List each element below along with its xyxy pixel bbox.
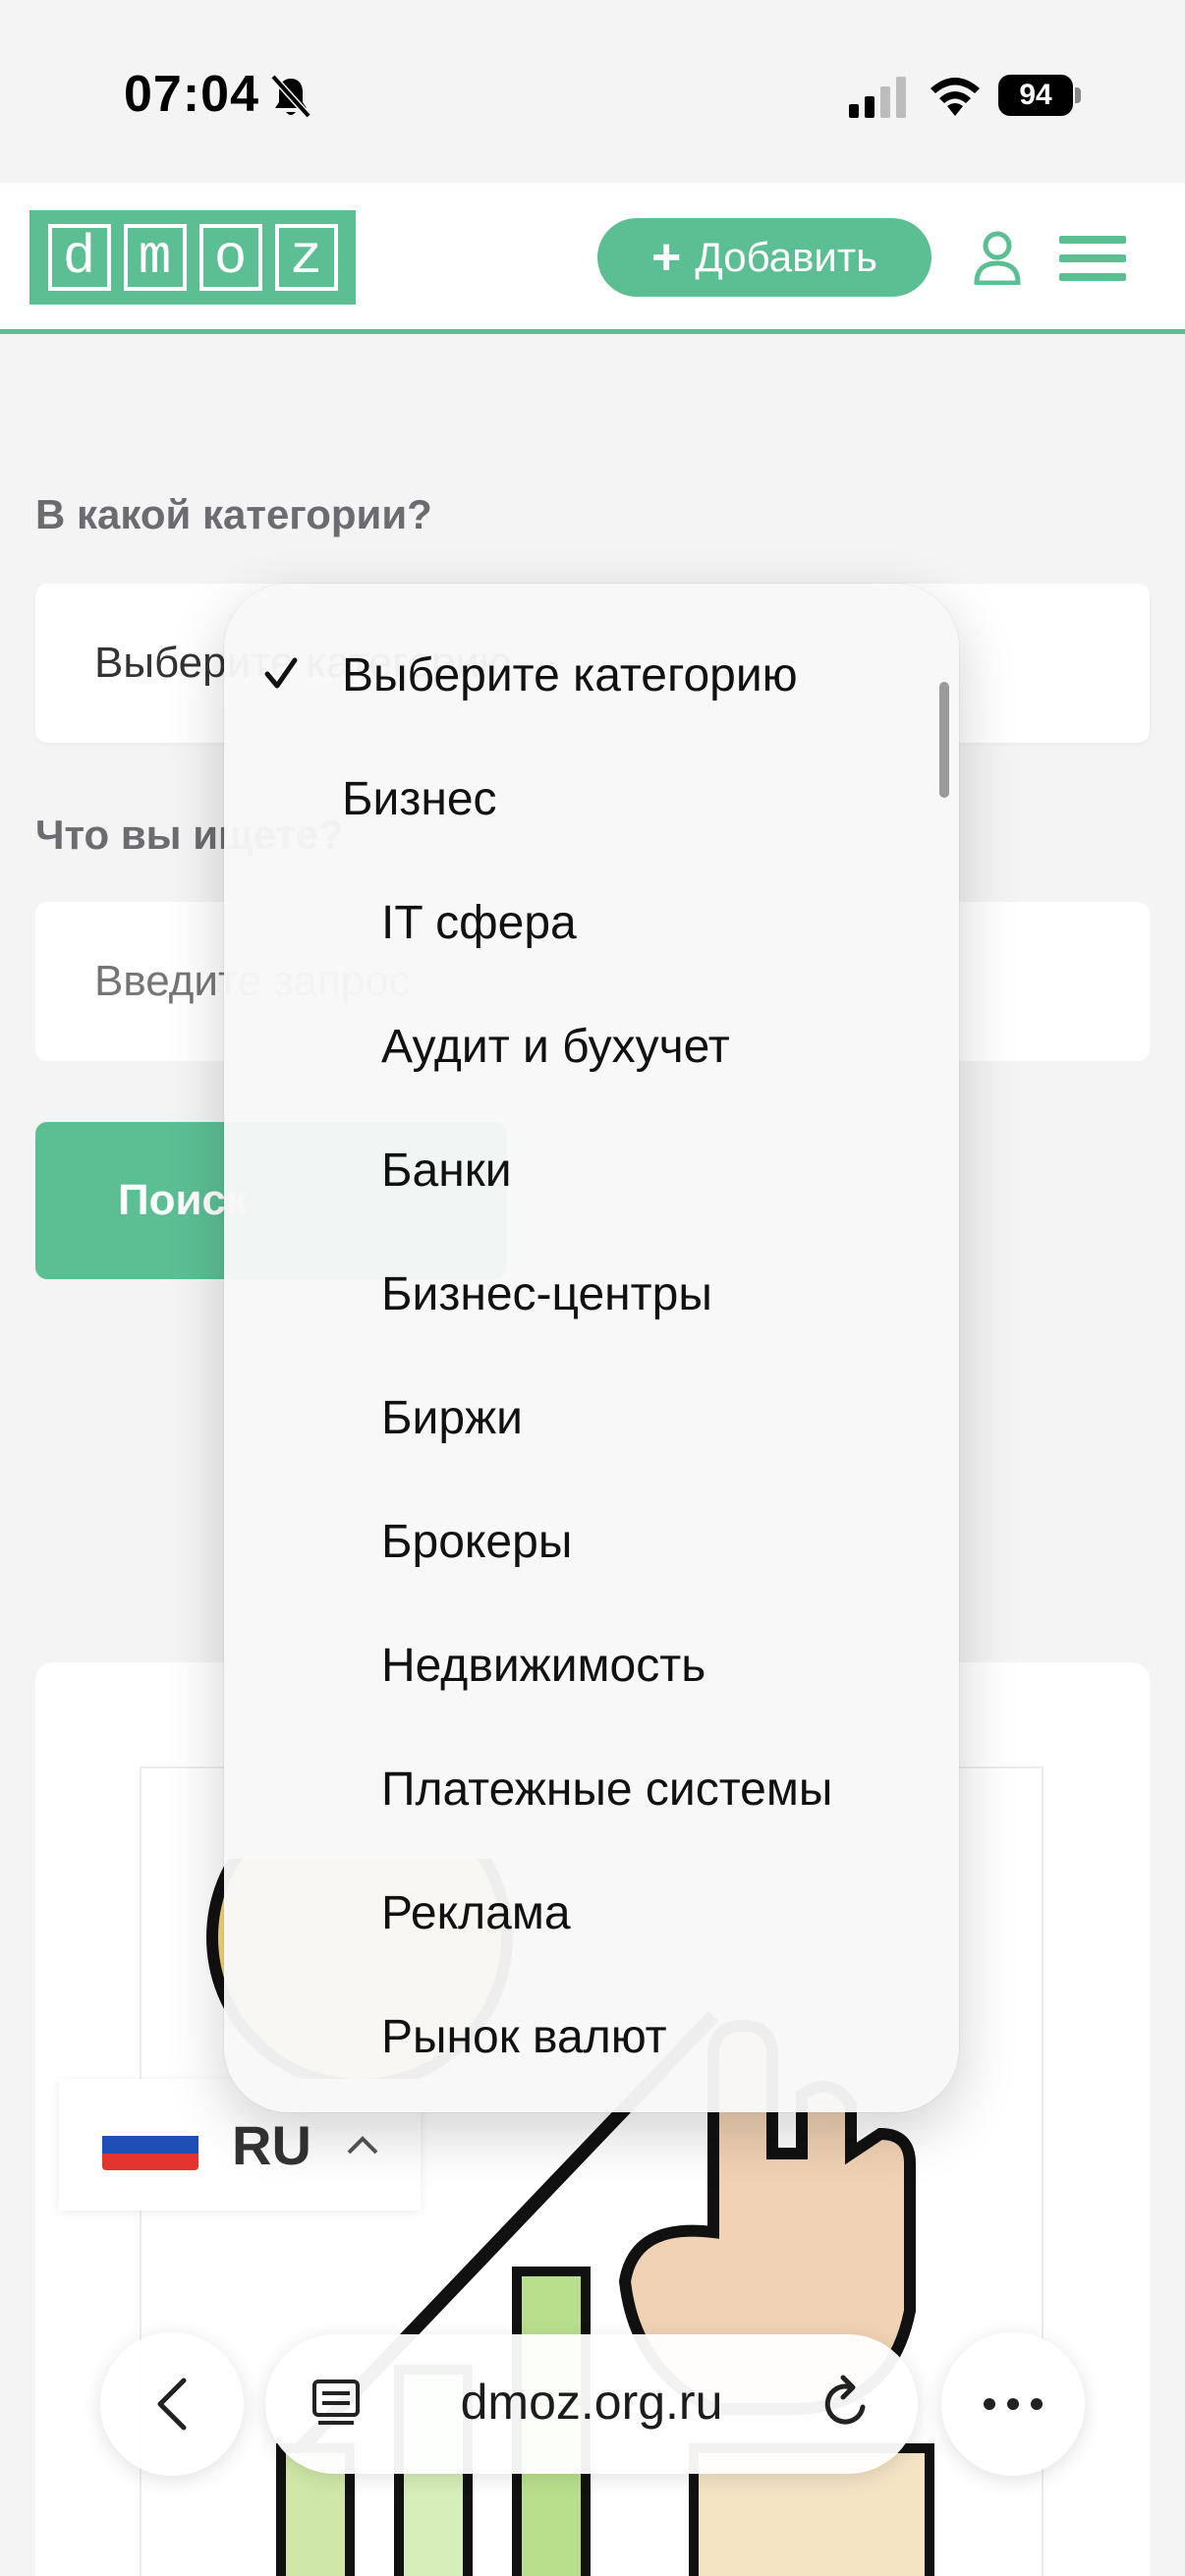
dropdown-option-label: Выберите категорию [342,648,798,701]
chevron-left-icon [157,2378,187,2431]
dropdown-option-label: Биржи [381,1391,523,1444]
cellular-signal-icon [849,77,906,118]
russia-flag-icon [102,2119,198,2170]
dropdown-option-label: Реклама [381,1886,571,1939]
battery-tip [1075,87,1081,103]
language-code: RU [232,2113,311,2176]
dropdown-option-label: Аудит и бухучет [381,1020,730,1073]
site-header: dmoz + Добавить [0,183,1185,334]
dropdown-option-label: Бизнес [342,772,497,825]
dropdown-option-label: Банки [381,1144,512,1197]
dropdown-option-label: Платежные системы [381,1763,833,1816]
plus-icon: + [651,229,682,286]
battery-indicator: 94 [998,75,1081,116]
user-icon[interactable] [973,230,1022,285]
dropdown-option-label: Рынок валют [381,2010,667,2063]
status-bar: 07:04 94 [0,0,1185,183]
dropdown-option[interactable]: Бизнес-центры [224,1232,959,1356]
address-bar[interactable]: dmoz.org.ru [265,2334,918,2474]
dropdown-option[interactable]: Недвижимость [224,1603,959,1727]
chevron-up-icon [347,2136,378,2155]
dropdown-options: Выберите категорию Бизнес IT сфера Аудит и … [224,613,959,2099]
dropdown-scrollbar[interactable] [939,682,949,798]
dropdown-option[interactable]: Бизнес [224,737,959,861]
dropdown-option[interactable]: Брокеры [224,1480,959,1603]
browser-more-button[interactable] [941,2332,1085,2476]
dropdown-option[interactable]: Биржи [224,1356,959,1480]
logo-letter: o [198,224,262,291]
dropdown-option-label: IT сфера [381,896,577,949]
hamburger-menu-icon[interactable] [1059,236,1126,281]
checkmark-icon [264,657,298,689]
dmoz-logo[interactable]: dmoz [29,210,356,305]
bell-slash-icon [270,74,311,119]
dropdown-option[interactable]: Рынок валют [224,1975,959,2099]
add-button-label: Добавить [695,234,877,280]
dropdown-option[interactable]: Реклама [224,1851,959,1975]
logo-letter: m [123,224,187,291]
dropdown-option-label: Бизнес-центры [381,1267,712,1320]
add-button[interactable]: + Добавить [597,218,931,297]
logo-letter: z [274,224,338,291]
category-dropdown[interactable]: Выберите категорию Бизнес IT сфера Аудит и … [224,584,959,2112]
logo-letter: d [47,224,111,291]
dropdown-option-label: Брокеры [381,1515,573,1568]
dropdown-option[interactable]: IT сфера [224,861,959,984]
reload-icon[interactable] [818,2374,875,2435]
dropdown-option[interactable]: Платежные системы [224,1727,959,1851]
browser-back-button[interactable] [100,2332,244,2476]
status-time: 07:04 [124,66,259,123]
dropdown-option[interactable]: Выберите категорию [224,613,959,737]
dropdown-option[interactable]: Банки [224,1108,959,1232]
dropdown-option[interactable]: Аудит и бухучет [224,984,959,1108]
dropdown-option-label: Недвижимость [381,1639,706,1692]
battery-level: 94 [998,75,1073,116]
wifi-icon [931,78,980,116]
more-dots-icon [984,2398,995,2410]
category-label: В какой категории? [35,491,432,537]
